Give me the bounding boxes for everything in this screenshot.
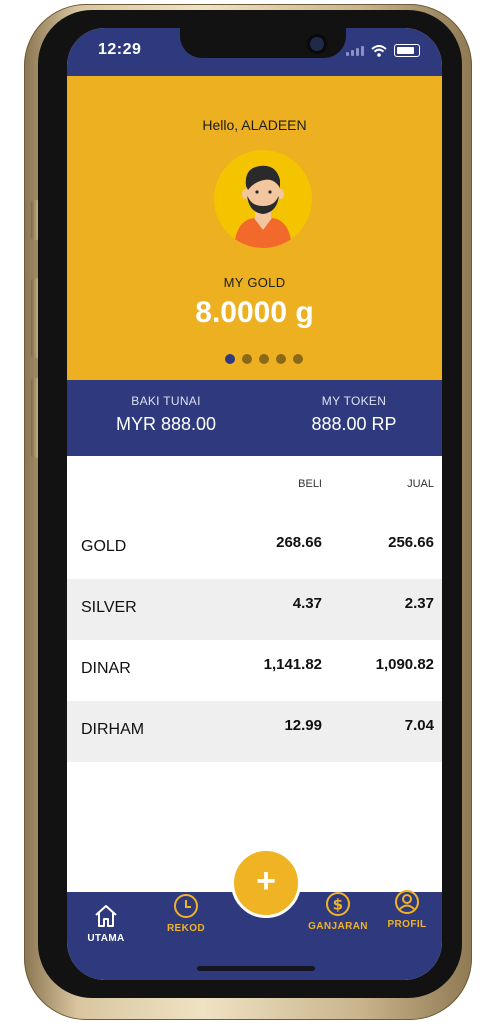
tab-label: UTAMA (87, 933, 125, 944)
buy-price: 1,141.82 (263, 656, 322, 673)
gold-label: MY GOLD (223, 275, 286, 290)
battery-icon (394, 44, 420, 57)
token-balance[interactable]: MY TOKEN 888.00 RP (269, 394, 439, 435)
dollar-icon: $ (326, 892, 350, 916)
column-header-buy: BELI (298, 478, 322, 490)
front-camera (310, 37, 324, 51)
price-table: BELI JUAL GOLD 268.66 256.66 SILVER 4.37… (67, 456, 442, 762)
home-indicator[interactable] (197, 966, 315, 971)
metal-name: DIRHAM (81, 721, 145, 738)
user-icon (395, 890, 419, 914)
cash-value: MYR 888.00 (115, 414, 217, 434)
gold-balance: 8.0000 g (195, 296, 314, 329)
cash-balance[interactable]: BAKI TUNAI MYR 888.00 (81, 394, 251, 435)
greeting: Hello, ALADEEN (202, 117, 307, 133)
carousel-dot[interactable] (225, 354, 235, 364)
metal-name: SILVER (81, 599, 137, 616)
add-button[interactable]: + (231, 848, 301, 918)
avatar[interactable] (214, 150, 312, 248)
tab-profil[interactable]: PROFIL (377, 888, 437, 930)
token-value: 888.00 RP (311, 414, 397, 434)
avatar-illustration-icon (234, 165, 292, 248)
carousel-dot[interactable] (242, 354, 252, 364)
tab-label: PROFIL (387, 919, 427, 930)
tab-label: REKOD (166, 923, 206, 934)
sell-price: 1,090.82 (375, 656, 434, 673)
carousel-dot[interactable] (259, 354, 269, 364)
buy-price: 268.66 (276, 534, 322, 551)
tab-utama[interactable]: UTAMA (71, 902, 141, 944)
carousel-indicator[interactable] (225, 354, 303, 364)
sell-price: 7.04 (404, 717, 434, 734)
buy-price: 12.99 (284, 717, 322, 734)
notch (180, 28, 346, 58)
clock-icon (174, 894, 198, 918)
sell-price: 2.37 (404, 595, 434, 612)
table-row[interactable]: GOLD 268.66 256.66 (67, 518, 442, 579)
signal-icon (346, 45, 364, 56)
table-row[interactable]: SILVER 4.37 2.37 (67, 579, 442, 640)
carousel-dot[interactable] (293, 354, 303, 364)
plus-icon: + (256, 862, 276, 900)
tab-label: GANJARAN (308, 921, 368, 932)
table-row[interactable]: DINAR 1,141.82 1,090.82 (67, 640, 442, 701)
tab-rekod[interactable]: REKOD (151, 892, 221, 934)
metal-name: DINAR (81, 660, 131, 677)
table-row[interactable]: DIRHAM 12.99 7.04 (67, 701, 442, 762)
metal-name: GOLD (81, 538, 127, 555)
status-bar: 12:29 (67, 28, 442, 76)
status-time: 12:29 (98, 41, 142, 58)
carousel-dot[interactable] (276, 354, 286, 364)
sell-price: 256.66 (388, 534, 434, 551)
svg-text:$: $ (333, 896, 344, 914)
home-icon (95, 905, 117, 927)
balance-strip: BAKI TUNAI MYR 888.00 MY TOKEN 888.00 RP (67, 380, 442, 456)
table-header: BELI JUAL (67, 456, 442, 518)
column-header-sell: JUAL (407, 478, 434, 490)
buy-price: 4.37 (292, 595, 322, 612)
wifi-icon (371, 44, 387, 57)
tab-ganjaran[interactable]: $ GANJARAN (303, 890, 373, 932)
token-label: MY TOKEN (321, 394, 387, 408)
phone-screen: 12:29 Hello, ALADEEN MY GOLD 8.0000 g BA… (67, 28, 442, 980)
gold-summary-card[interactable]: Hello, ALADEEN MY GOLD 8.0000 g (67, 76, 442, 380)
cash-label: BAKI TUNAI (131, 394, 201, 408)
